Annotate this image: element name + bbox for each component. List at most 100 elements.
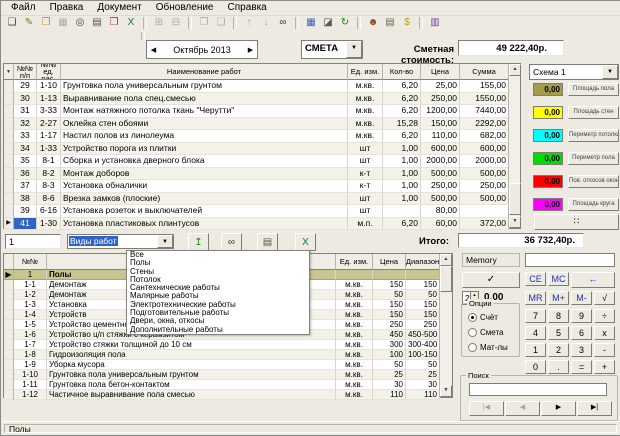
row-selector[interactable] [4,93,14,106]
dropdown-item[interactable]: Электротехнические работы [127,301,309,309]
scroll-up-icon[interactable]: ▲ [440,254,452,266]
photo-icon[interactable]: ◪ [320,16,336,30]
cash-register-icon[interactable]: ▤ [382,16,398,30]
Уборка мусора[interactable]: 1-9 Уборка мусора м.кв. 50 50 [4,360,452,370]
nav-next-button[interactable]: ▶ [541,401,576,416]
row-selector[interactable] [4,310,14,320]
option-radio[interactable]: Смета [468,328,503,337]
numpad-key[interactable]: 4 [525,326,546,340]
menu-item[interactable]: Справка [221,1,274,15]
numpad-key[interactable]: 3 [571,343,592,357]
memory-clear-button[interactable]: MC [548,272,569,286]
row-selector[interactable] [4,180,14,193]
Устройство стяжки толщиной до 10 см[interactable]: 1-7 Устройство стяжки толщиной до 10 см … [4,340,452,350]
copy-icon[interactable]: ❐ [196,16,212,30]
separator[interactable] [188,17,192,29]
Установка пластиковых плинтусов[interactable]: ▶ 41 1-30 Установка пластиковых плинтусо… [4,218,520,231]
paste-icon[interactable]: ❑ [213,16,229,30]
menu-item[interactable]: Файл [4,1,43,15]
scheme-combo[interactable]: Схема 1 ▼ [529,64,619,80]
row-selector[interactable] [4,380,14,390]
menu-item[interactable]: Правка [43,1,91,15]
document-type-combo[interactable]: СМЕТА ▼ [301,40,363,59]
dropdown-item[interactable]: Сантехнические работы [127,284,309,292]
numpad-key[interactable]: 0 [525,360,546,374]
chevron-down-icon[interactable]: ▼ [157,235,173,248]
Сборка и установка дверного блока[interactable]: 35 8-1 Сборка и установка дверного блока… [4,155,520,168]
numpad-key[interactable]: 8 [548,309,569,323]
binoculars-icon[interactable]: ∞ [221,233,242,251]
confirm-button[interactable]: ✓ [462,272,520,288]
save-icon[interactable]: ▦ [55,16,71,30]
Грунтовка пола бетон-контактом[interactable]: 1-11 Грунтовка пола бетон-контактом м.кв… [4,380,452,390]
Гидроизоляция пола[interactable]: 1-8 Гидроизоляция пола м.кв. 100 100-150 [4,350,452,360]
row-selector[interactable] [4,390,14,400]
numpad-key[interactable]: 1 [525,343,546,357]
scheme-calc-button[interactable]: ∷ [534,214,619,230]
row-selector[interactable] [4,105,14,118]
Устройство порога из плитки[interactable]: 34 1-33 Устройство порога из плитки шт 1… [4,143,520,156]
separator[interactable] [295,17,299,29]
add-to-estimate-icon[interactable]: ↥ [188,233,209,251]
estimate-scrollbar[interactable]: ▲ ▼ [508,64,520,228]
dropdown-item[interactable]: Подготовительные работы [127,309,309,317]
corner-cell[interactable]: ▼ [4,64,14,80]
numpad-key[interactable]: 5 [548,326,569,340]
report-icon[interactable]: ▦ [303,16,319,30]
row-selector[interactable] [4,193,14,206]
row-selector[interactable] [4,350,14,360]
separator[interactable] [357,17,361,29]
Выравнивание пола спец.смесью[interactable]: 30 1-13 Выравнивание пола спец.смесью м.… [4,93,520,106]
Оклейка стен обоями[interactable]: 32 2-27 Оклейка стен обоями м.кв. 15,28 … [4,118,520,131]
numpad-key[interactable]: 6 [571,326,592,340]
row-selector[interactable] [4,118,14,131]
dropdown-item[interactable]: Полы [127,259,309,267]
chevron-down-icon[interactable]: ▼ [602,65,618,79]
row-selector[interactable] [4,330,14,340]
refresh-icon[interactable]: ↻ [337,16,353,30]
numpad-key[interactable]: . [548,360,569,374]
open-folder-icon[interactable]: ❒ [38,16,54,30]
row-selector[interactable] [4,80,14,93]
column-header-qty[interactable]: Кол-во [383,64,421,80]
measure-button[interactable]: Площадь круга [568,198,619,211]
numpad-key[interactable]: - [594,343,615,357]
row-selector[interactable] [4,300,14,310]
sort-descending-icon[interactable]: ↓ [258,16,274,30]
price-scrollbar[interactable]: ▲ ▼ [439,254,452,397]
dropdown-item[interactable]: Малярные работы [127,292,309,300]
Настил полов из линолеума[interactable]: 33 1-17 Настил полов из линолеума м.кв. … [4,130,520,143]
nav-last-button[interactable]: ▶| [577,401,612,416]
separator[interactable] [419,17,423,29]
Грунтовка пола универсальным грунтом[interactable]: 1-10 Грунтовка пола универсальным грунто… [4,370,452,380]
column-header-name[interactable]: Наименование работ [61,64,348,80]
numpad-key[interactable]: 2 [548,343,569,357]
numpad-key[interactable]: x [594,326,615,340]
option-radio[interactable]: Счёт [468,313,498,322]
separator[interactable] [143,17,147,29]
column-header-price[interactable]: Цена [373,254,406,270]
sqrt-button[interactable]: √ [594,291,615,305]
row-number-input[interactable] [5,234,61,249]
option-radio[interactable]: Мат-лы [468,343,508,352]
memory-plus-button[interactable]: M+ [548,291,569,305]
row-selector[interactable]: ▶ [4,218,14,231]
column-header-unit[interactable]: Ед. изм. [348,64,383,80]
row-selector[interactable] [4,360,14,370]
column-header-unit[interactable]: Ед. изм. [336,254,373,270]
memory-minus-button[interactable]: M- [571,291,592,305]
column-header-sum[interactable]: Сумма [460,64,509,80]
scroll-down-icon[interactable]: ▼ [509,216,521,228]
column-header-range[interactable]: Диапазон [406,254,440,270]
column-header-num[interactable]: №№ [14,254,47,270]
work-kind-combo[interactable]: Виды работ ▼ [67,234,174,249]
separator[interactable] [233,17,237,29]
numpad-key[interactable]: 9 [571,309,592,323]
dropdown-item[interactable]: Двери, окна, откосы [127,317,309,325]
Грунтовка пола универсальным грунтом[interactable]: 29 1-10 Грунтовка пола универсальным гру… [4,80,520,93]
Установка обналички[interactable]: 37 8-3 Установка обналички к-т 1,00 250,… [4,180,520,193]
measure-button[interactable]: Площадь пола [568,83,619,96]
print-icon[interactable]: ▤ [89,16,105,30]
dropdown-item[interactable]: Все [127,251,309,259]
Монтаж доборов[interactable]: 36 8-2 Монтаж доборов к-т 1,00 500,00 50… [4,168,520,181]
